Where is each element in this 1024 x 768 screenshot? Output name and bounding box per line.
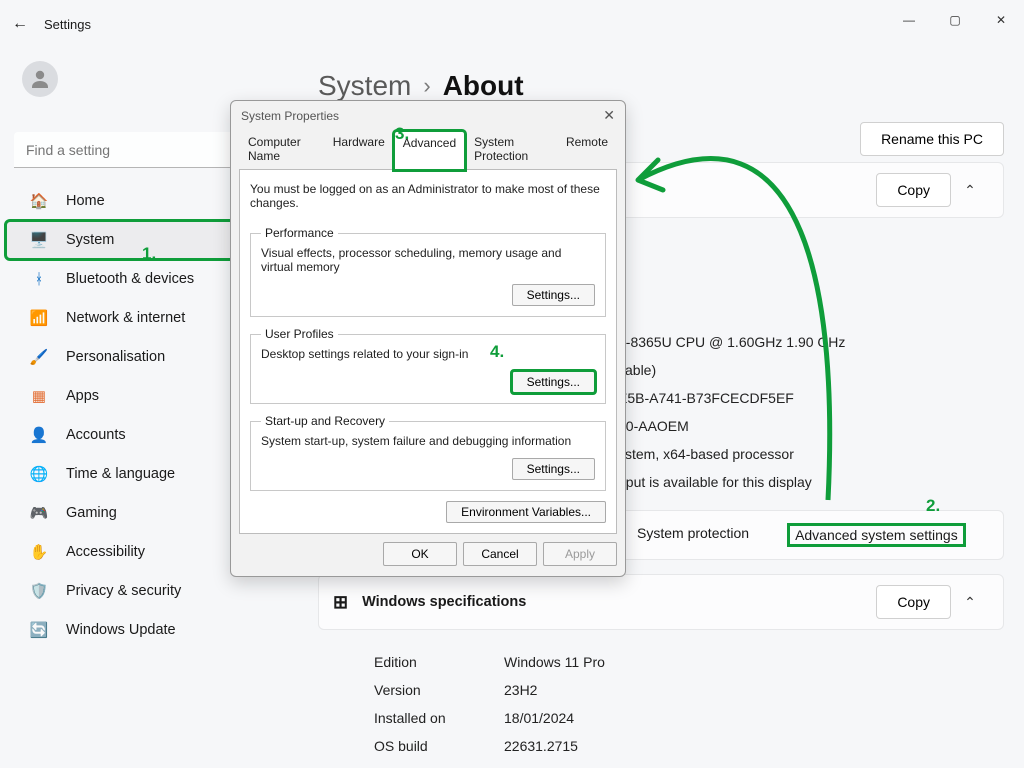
nav-label: Gaming xyxy=(66,505,117,521)
rename-pc-button[interactable]: Rename this PC xyxy=(860,122,1004,156)
device-specs-partial: 5-8365U CPU @ 1.60GHz 1.90 GHz sable) E5… xyxy=(618,328,1004,496)
breadcrumb-current: About xyxy=(443,70,524,102)
spec-value: Windows 11 Pro xyxy=(504,654,605,670)
nav-icon: 🌐 xyxy=(30,465,48,483)
windows-specs-list: EditionWindows 11 ProVersion23H2Installe… xyxy=(374,648,1004,768)
spec-row: OS build22631.2715 xyxy=(374,732,1004,760)
tab-remote[interactable]: Remote xyxy=(557,130,617,169)
breadcrumb-parent[interactable]: System xyxy=(318,70,411,102)
nav-label: Bluetooth & devices xyxy=(66,271,194,287)
spec-label: Installed on xyxy=(374,710,504,726)
sidebar-item-windows-update[interactable]: 🔄 Windows Update xyxy=(6,611,282,649)
nav-label: Time & language xyxy=(66,466,175,482)
nav-icon: 🖌️ xyxy=(30,348,48,366)
tab-computer-name[interactable]: Computer Name xyxy=(239,130,324,169)
tab-hardware[interactable]: Hardware xyxy=(324,130,394,169)
windows-icon: ⊞ xyxy=(333,592,348,613)
close-button[interactable]: ✕ xyxy=(978,0,1024,40)
windows-specifications-card[interactable]: ⊞ Windows specifications Copy ⌃ xyxy=(318,574,1004,630)
sidebar-item-privacy-security[interactable]: 🛡️ Privacy & security xyxy=(6,572,282,610)
user-profiles-settings-button[interactable]: Settings... xyxy=(512,371,595,393)
nav-label: Home xyxy=(66,193,105,209)
spec-row: Version23H2 xyxy=(374,676,1004,704)
spec-row: Installed on18/01/2024 xyxy=(374,704,1004,732)
nav-icon: 🎮 xyxy=(30,504,48,522)
admin-note: You must be logged on as an Administrato… xyxy=(250,178,606,220)
system-protection-link[interactable]: System protection xyxy=(637,525,749,545)
spec-row: ExperienceWindows Feature Experience Pac… xyxy=(374,760,1004,768)
tab-system-protection[interactable]: System Protection xyxy=(465,130,557,169)
advanced-system-settings-link[interactable]: Advanced system settings xyxy=(789,525,964,545)
spec-value: 22631.2715 xyxy=(504,738,578,754)
chevron-right-icon: › xyxy=(423,73,430,99)
spec-row: EditionWindows 11 Pro xyxy=(374,648,1004,676)
startup-settings-button[interactable]: Settings... xyxy=(512,458,595,480)
dialog-close-button[interactable]: ✕ xyxy=(603,107,615,124)
annotation-step-2: 2. xyxy=(926,496,940,516)
nav-label: Accounts xyxy=(66,427,126,443)
nav-icon: 🏠 xyxy=(30,192,48,210)
user-profiles-group: User Profiles Desktop settings related t… xyxy=(250,327,606,404)
nav-label: System xyxy=(66,232,114,248)
minimize-button[interactable]: — xyxy=(886,0,932,40)
spec-label: Version xyxy=(374,682,504,698)
nav-label: Personalisation xyxy=(66,349,165,365)
nav-icon: 🖥️ xyxy=(30,231,48,249)
nav-icon: ✋ xyxy=(30,543,48,561)
spec-label: OS build xyxy=(374,738,504,754)
nav-icon: ▦ xyxy=(30,387,48,405)
startup-recovery-group: Start-up and Recovery System start-up, s… xyxy=(250,414,606,491)
maximize-button[interactable]: ▢ xyxy=(932,0,978,40)
nav-label: Privacy & security xyxy=(66,583,181,599)
spec-label: Edition xyxy=(374,654,504,670)
nav-label: Windows Update xyxy=(66,622,176,638)
nav-icon: 📶 xyxy=(30,309,48,327)
back-icon[interactable]: ← xyxy=(12,15,28,33)
system-properties-dialog: System Properties ✕ Computer NameHardwar… xyxy=(230,100,626,577)
copy-windows-specs-button[interactable]: Copy xyxy=(876,585,951,619)
window-title: Settings xyxy=(44,17,91,32)
environment-variables-button[interactable]: Environment Variables... xyxy=(446,501,606,523)
avatar[interactable] xyxy=(22,61,58,97)
spec-value: 23H2 xyxy=(504,682,537,698)
chevron-up-icon[interactable]: ⌃ xyxy=(951,182,989,199)
chevron-up-icon[interactable]: ⌃ xyxy=(951,594,989,611)
copy-device-specs-button[interactable]: Copy xyxy=(876,173,951,207)
nav-label: Apps xyxy=(66,388,99,404)
cancel-button[interactable]: Cancel xyxy=(463,542,537,566)
dialog-title: System Properties xyxy=(241,109,339,123)
performance-group: Performance Visual effects, processor sc… xyxy=(250,226,606,317)
breadcrumb: System › About xyxy=(318,70,1004,102)
ok-button[interactable]: OK xyxy=(383,542,457,566)
nav-label: Accessibility xyxy=(66,544,145,560)
annotation-step-3: 3. xyxy=(395,124,409,144)
apply-button[interactable]: Apply xyxy=(543,542,617,566)
nav-icon: 🔄 xyxy=(30,621,48,639)
performance-settings-button[interactable]: Settings... xyxy=(512,284,595,306)
nav-icon: ᚼ xyxy=(30,270,48,288)
nav-label: Network & internet xyxy=(66,310,185,326)
annotation-step-1: 1. xyxy=(142,244,156,264)
nav-icon: 🛡️ xyxy=(30,582,48,600)
spec-value: 18/01/2024 xyxy=(504,710,574,726)
nav-icon: 👤 xyxy=(30,426,48,444)
annotation-step-4: 4. xyxy=(490,342,504,362)
